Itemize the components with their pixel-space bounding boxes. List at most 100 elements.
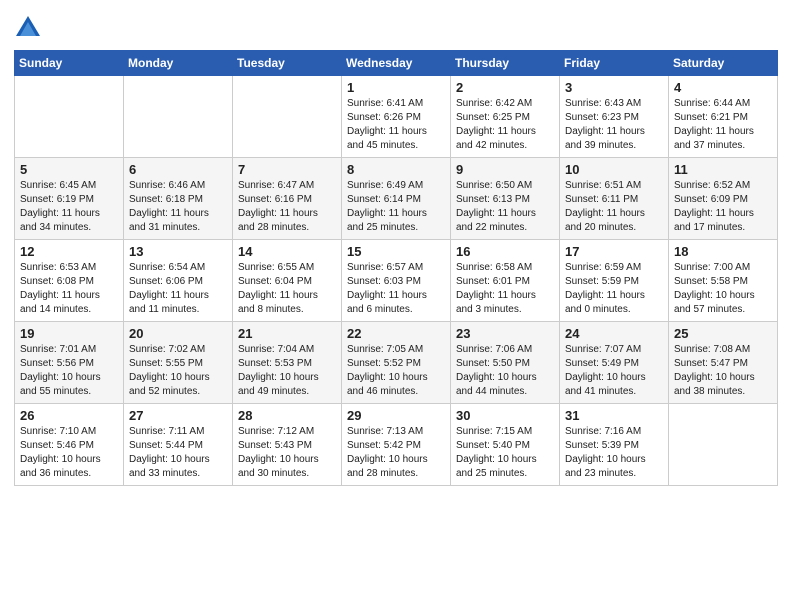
day-cell: 5 Sunrise: 6:45 AM Sunset: 6:19 PM Daylig… xyxy=(15,158,124,240)
day-info: Sunrise: 6:52 AM Sunset: 6:09 PM Dayligh… xyxy=(674,179,772,235)
day-number: 4 xyxy=(674,80,772,95)
day-info: Sunrise: 6:45 AM Sunset: 6:19 PM Dayligh… xyxy=(20,179,118,235)
day-info: Sunrise: 6:59 AM Sunset: 5:59 PM Dayligh… xyxy=(565,261,663,317)
day-cell: 25Sunrise: 7:08 AM Sunset: 5:47 PM Dayli… xyxy=(669,322,778,404)
day-info: Sunrise: 6:57 AM Sunset: 6:03 PM Dayligh… xyxy=(347,261,445,317)
day-cell: 10Sunrise: 6:51 AM Sunset: 6:11 PM Dayli… xyxy=(560,158,669,240)
day-number: 17 xyxy=(565,244,663,259)
day-info: Sunrise: 6:58 AM Sunset: 6:01 PM Dayligh… xyxy=(456,261,554,317)
day-info: Sunrise: 7:11 AM Sunset: 5:44 PM Dayligh… xyxy=(129,425,227,481)
day-cell: 15Sunrise: 6:57 AM Sunset: 6:03 PM Dayli… xyxy=(342,240,451,322)
day-cell xyxy=(15,76,124,158)
day-number: 3 xyxy=(565,80,663,95)
day-info: Sunrise: 6:41 AM Sunset: 6:26 PM Dayligh… xyxy=(347,97,445,153)
calendar-table: Sunday Monday Tuesday Wednesday Thursday… xyxy=(14,50,778,486)
day-number: 25 xyxy=(674,326,772,341)
day-cell: 31 Sunrise: 7:16 AM Sunset: 5:39 PM Dayli… xyxy=(560,404,669,486)
day-info: Sunrise: 6:55 AM Sunset: 6:04 PM Dayligh… xyxy=(238,261,336,317)
day-number: 14 xyxy=(238,244,336,259)
day-cell: 20 Sunrise: 7:02 AM Sunset: 5:55 PM Dayli… xyxy=(124,322,233,404)
day-cell: 1 Sunrise: 6:41 AM Sunset: 6:26 PM Daylig… xyxy=(342,76,451,158)
day-info: Sunrise: 7:15 AM Sunset: 5:40 PM Dayligh… xyxy=(456,425,554,481)
day-cell: 27 Sunrise: 7:11 AM Sunset: 5:44 PM Dayli… xyxy=(124,404,233,486)
day-number: 8 xyxy=(347,162,445,177)
day-number: 22 xyxy=(347,326,445,341)
day-info: Sunrise: 7:04 AM Sunset: 5:53 PM Dayligh… xyxy=(238,343,336,399)
day-number: 27 xyxy=(129,408,227,423)
day-cell: 30 Sunrise: 7:15 AM Sunset: 5:40 PM Dayli… xyxy=(451,404,560,486)
day-cell: 21 Sunrise: 7:04 AM Sunset: 5:53 PM Dayli… xyxy=(233,322,342,404)
day-cell: 19Sunrise: 7:01 AM Sunset: 5:56 PM Dayli… xyxy=(15,322,124,404)
day-number: 20 xyxy=(129,326,227,341)
day-cell: 18 Sunrise: 7:00 AM Sunset: 5:58 PM Dayli… xyxy=(669,240,778,322)
day-info: Sunrise: 6:50 AM Sunset: 6:13 PM Dayligh… xyxy=(456,179,554,235)
day-number: 1 xyxy=(347,80,445,95)
day-number: 13 xyxy=(129,244,227,259)
day-cell: 28 Sunrise: 7:12 AM Sunset: 5:43 PM Dayli… xyxy=(233,404,342,486)
day-number: 30 xyxy=(456,408,554,423)
day-number: 28 xyxy=(238,408,336,423)
day-info: Sunrise: 7:12 AM Sunset: 5:43 PM Dayligh… xyxy=(238,425,336,481)
day-info: Sunrise: 6:47 AM Sunset: 6:16 PM Dayligh… xyxy=(238,179,336,235)
day-info: Sunrise: 7:00 AM Sunset: 5:58 PM Dayligh… xyxy=(674,261,772,317)
day-number: 9 xyxy=(456,162,554,177)
day-number: 7 xyxy=(238,162,336,177)
day-cell: 3 Sunrise: 6:43 AM Sunset: 6:23 PM Daylig… xyxy=(560,76,669,158)
day-info: Sunrise: 6:49 AM Sunset: 6:14 PM Dayligh… xyxy=(347,179,445,235)
day-cell: 4Sunrise: 6:44 AM Sunset: 6:21 PM Daylig… xyxy=(669,76,778,158)
day-info: Sunrise: 7:02 AM Sunset: 5:55 PM Dayligh… xyxy=(129,343,227,399)
day-number: 12 xyxy=(20,244,118,259)
day-number: 11 xyxy=(674,162,772,177)
day-number: 2 xyxy=(456,80,554,95)
day-number: 10 xyxy=(565,162,663,177)
col-sunday: Sunday xyxy=(15,51,124,76)
day-cell: 7 Sunrise: 6:47 AM Sunset: 6:16 PM Daylig… xyxy=(233,158,342,240)
logo xyxy=(14,14,46,42)
day-cell: 29 Sunrise: 7:13 AM Sunset: 5:42 PM Dayli… xyxy=(342,404,451,486)
day-cell: 17 Sunrise: 6:59 AM Sunset: 5:59 PM Dayli… xyxy=(560,240,669,322)
day-info: Sunrise: 7:05 AM Sunset: 5:52 PM Dayligh… xyxy=(347,343,445,399)
day-info: Sunrise: 6:43 AM Sunset: 6:23 PM Dayligh… xyxy=(565,97,663,153)
day-number: 18 xyxy=(674,244,772,259)
week-row-2: 5 Sunrise: 6:45 AM Sunset: 6:19 PM Daylig… xyxy=(15,158,778,240)
day-cell: 14 Sunrise: 6:55 AM Sunset: 6:04 PM Dayli… xyxy=(233,240,342,322)
week-row-1: 1 Sunrise: 6:41 AM Sunset: 6:26 PM Daylig… xyxy=(15,76,778,158)
col-monday: Monday xyxy=(124,51,233,76)
day-info: Sunrise: 7:06 AM Sunset: 5:50 PM Dayligh… xyxy=(456,343,554,399)
day-cell: 24Sunrise: 7:07 AM Sunset: 5:49 PM Dayli… xyxy=(560,322,669,404)
day-info: Sunrise: 7:07 AM Sunset: 5:49 PM Dayligh… xyxy=(565,343,663,399)
day-number: 21 xyxy=(238,326,336,341)
page-header xyxy=(14,10,778,42)
day-cell xyxy=(233,76,342,158)
day-cell: 6 Sunrise: 6:46 AM Sunset: 6:18 PM Daylig… xyxy=(124,158,233,240)
day-cell: 8 Sunrise: 6:49 AM Sunset: 6:14 PM Daylig… xyxy=(342,158,451,240)
day-number: 19 xyxy=(20,326,118,341)
col-wednesday: Wednesday xyxy=(342,51,451,76)
day-info: Sunrise: 7:16 AM Sunset: 5:39 PM Dayligh… xyxy=(565,425,663,481)
day-cell: 13Sunrise: 6:54 AM Sunset: 6:06 PM Dayli… xyxy=(124,240,233,322)
day-cell: 2Sunrise: 6:42 AM Sunset: 6:25 PM Daylig… xyxy=(451,76,560,158)
day-number: 29 xyxy=(347,408,445,423)
day-cell xyxy=(124,76,233,158)
day-info: Sunrise: 6:53 AM Sunset: 6:08 PM Dayligh… xyxy=(20,261,118,317)
day-cell: 11 Sunrise: 6:52 AM Sunset: 6:09 PM Dayli… xyxy=(669,158,778,240)
day-info: Sunrise: 7:10 AM Sunset: 5:46 PM Dayligh… xyxy=(20,425,118,481)
calendar-page: Sunday Monday Tuesday Wednesday Thursday… xyxy=(0,0,792,612)
logo-icon xyxy=(14,14,42,42)
day-cell: 23Sunrise: 7:06 AM Sunset: 5:50 PM Dayli… xyxy=(451,322,560,404)
week-row-3: 12 Sunrise: 6:53 AM Sunset: 6:08 PM Dayli… xyxy=(15,240,778,322)
day-info: Sunrise: 6:46 AM Sunset: 6:18 PM Dayligh… xyxy=(129,179,227,235)
week-row-5: 26Sunrise: 7:10 AM Sunset: 5:46 PM Dayli… xyxy=(15,404,778,486)
day-info: Sunrise: 7:13 AM Sunset: 5:42 PM Dayligh… xyxy=(347,425,445,481)
day-cell: 9 Sunrise: 6:50 AM Sunset: 6:13 PM Daylig… xyxy=(451,158,560,240)
day-number: 31 xyxy=(565,408,663,423)
col-friday: Friday xyxy=(560,51,669,76)
day-number: 6 xyxy=(129,162,227,177)
week-row-4: 19Sunrise: 7:01 AM Sunset: 5:56 PM Dayli… xyxy=(15,322,778,404)
day-number: 5 xyxy=(20,162,118,177)
day-cell: 16 Sunrise: 6:58 AM Sunset: 6:01 PM Dayli… xyxy=(451,240,560,322)
col-thursday: Thursday xyxy=(451,51,560,76)
day-number: 16 xyxy=(456,244,554,259)
col-saturday: Saturday xyxy=(669,51,778,76)
day-cell xyxy=(669,404,778,486)
